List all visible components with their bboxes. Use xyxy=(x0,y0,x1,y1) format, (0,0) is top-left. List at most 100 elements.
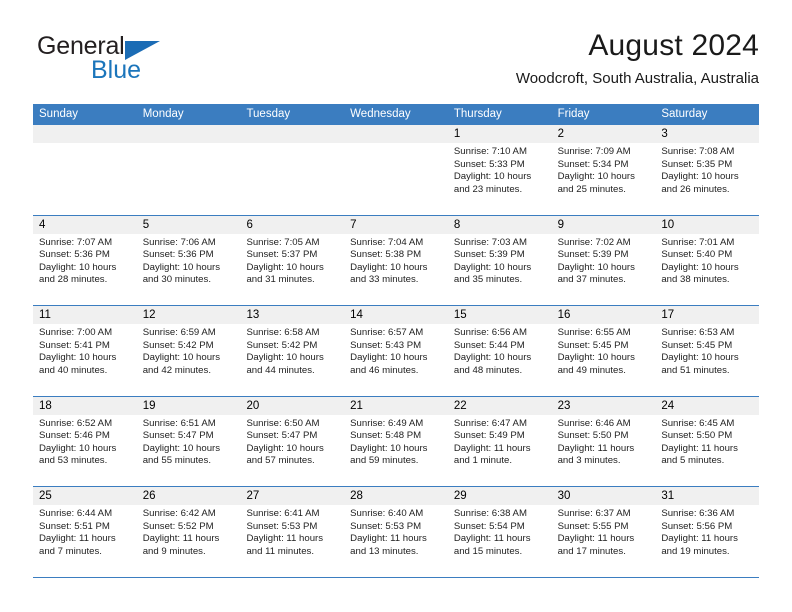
day-number: 22 xyxy=(453,399,467,412)
day-number-header: 28 xyxy=(344,487,448,505)
calendar-weeks: 1 Sunrise: 7:10 AM Sunset: 5:33 PM Daylight… xyxy=(33,125,760,578)
day-details: Sunrise: 6:55 AM Sunset: 5:45 PM Daylight:… xyxy=(552,324,656,377)
day-number: 24 xyxy=(661,399,675,412)
day-cell-1[interactable]: 1 Sunrise: 7:10 AM Sunset: 5:33 PM Daylight… xyxy=(447,125,552,215)
day-detail-line: and 49 minutes. xyxy=(557,364,626,376)
day-number: 19 xyxy=(142,399,156,412)
day-cell-11[interactable]: 11 Sunrise: 7:00 AM Sunset: 5:41 PM Dayligh… xyxy=(33,306,137,396)
day-number: 11 xyxy=(39,309,51,321)
weekday-header-monday: Monday xyxy=(142,108,184,120)
day-number: 5 xyxy=(142,218,150,231)
day-cell-13[interactable]: 13 Sunrise: 6:58 AM Sunset: 5:42 PM Dayligh… xyxy=(240,306,345,396)
day-detail-line: Daylight: 11 hours xyxy=(350,533,427,545)
day-cell-9[interactable]: 9 Sunrise: 7:02 AM Sunset: 5:39 PM Daylight… xyxy=(551,215,656,305)
day-cell-20[interactable]: 20 Sunrise: 6:50 AM Sunset: 5:47 PM Dayligh… xyxy=(240,396,345,486)
day-number: 9 xyxy=(557,218,564,231)
day-cell-8[interactable]: 8 Sunrise: 7:03 AM Sunset: 5:39 PM Daylight… xyxy=(447,215,552,305)
weekday-header-saturday: Saturday xyxy=(661,108,708,120)
day-cell-22[interactable]: 22 Sunrise: 6:47 AM Sunset: 5:49 PM Dayligh… xyxy=(447,396,552,486)
day-detail-line: Daylight: 11 hours xyxy=(453,442,531,454)
day-detail-line: Daylight: 11 hours xyxy=(246,533,324,545)
day-details xyxy=(344,143,448,146)
day-details xyxy=(137,143,241,146)
day-detail-line: and 48 minutes. xyxy=(453,364,523,376)
day-cell-28[interactable]: 28 Sunrise: 6:40 AM Sunset: 5:53 PM Dayligh… xyxy=(344,487,448,577)
day-number-header: 25 xyxy=(33,487,137,505)
day-number: 23 xyxy=(557,399,571,412)
day-detail-line: Sunset: 5:40 PM xyxy=(661,249,733,261)
day-detail-line: Sunset: 5:44 PM xyxy=(453,339,525,351)
day-cell-27[interactable]: 27 Sunrise: 6:41 AM Sunset: 5:53 PM Dayligh… xyxy=(240,487,345,577)
day-cell-31[interactable]: 31 Sunrise: 6:36 AM Sunset: 5:56 PM Dayligh… xyxy=(655,487,760,577)
day-detail-line: and 40 minutes. xyxy=(39,364,108,376)
day-detail-line: Sunset: 5:45 PM xyxy=(557,339,629,351)
day-cell-7[interactable]: 7 Sunrise: 7:04 AM Sunset: 5:38 PM Daylight… xyxy=(344,215,448,305)
day-detail-line: Sunrise: 6:58 AM xyxy=(246,327,320,338)
day-number: 1 xyxy=(453,128,461,140)
day-detail-line: Sunset: 5:47 PM xyxy=(142,430,214,442)
day-cell-26[interactable]: 26 Sunrise: 6:42 AM Sunset: 5:52 PM Dayligh… xyxy=(136,487,241,577)
day-details: Sunrise: 7:07 AM Sunset: 5:36 PM Daylight:… xyxy=(33,234,137,287)
day-details: Sunrise: 6:37 AM Sunset: 5:55 PM Daylight:… xyxy=(552,505,656,558)
day-detail-line: Daylight: 10 hours xyxy=(350,442,428,454)
day-cell-15[interactable]: 15 Sunrise: 6:56 AM Sunset: 5:44 PM Dayligh… xyxy=(447,306,552,396)
day-detail-line: Daylight: 10 hours xyxy=(350,352,428,364)
day-detail-line: Daylight: 11 hours xyxy=(661,533,738,545)
day-detail-line: and 25 minutes. xyxy=(557,183,626,195)
day-detail-line: Sunset: 5:33 PM xyxy=(453,158,525,170)
day-cell-3[interactable]: 3 Sunrise: 7:08 AM Sunset: 5:35 PM Daylight… xyxy=(655,125,760,215)
weekday-header-row: Sunday Monday Tuesday Wednesday Thursday Frid… xyxy=(33,104,759,125)
day-detail-line: and 42 minutes. xyxy=(142,364,211,376)
day-detail-line: Sunset: 5:43 PM xyxy=(350,339,422,351)
day-number: 10 xyxy=(661,218,675,231)
day-number: 29 xyxy=(453,490,467,502)
day-detail-line: Sunrise: 6:51 AM xyxy=(142,417,216,429)
day-number-header: 22 xyxy=(447,396,552,415)
day-detail-line: Daylight: 11 hours xyxy=(453,533,531,545)
day-cell-18[interactable]: 18 Sunrise: 6:52 AM Sunset: 5:46 PM Dayligh… xyxy=(33,396,137,486)
day-detail-line: Sunrise: 7:09 AM xyxy=(557,146,631,157)
day-cell-29[interactable]: 29 Sunrise: 6:38 AM Sunset: 5:54 PM Dayligh… xyxy=(447,487,552,577)
day-cell-2[interactable]: 2 Sunrise: 7:09 AM Sunset: 5:34 PM Daylight… xyxy=(551,125,656,215)
day-cell-16[interactable]: 16 Sunrise: 6:55 AM Sunset: 5:45 PM Dayligh… xyxy=(551,306,656,396)
day-cell-12[interactable]: 12 Sunrise: 6:59 AM Sunset: 5:42 PM Dayligh… xyxy=(136,306,241,396)
day-detail-line: and 44 minutes. xyxy=(246,364,315,376)
day-detail-line: Daylight: 10 hours xyxy=(39,352,117,364)
day-number-header: 19 xyxy=(136,396,241,415)
day-detail-line: Daylight: 10 hours xyxy=(39,442,117,454)
day-detail-line: Daylight: 10 hours xyxy=(142,352,221,364)
day-cell-5[interactable]: 5 Sunrise: 7:06 AM Sunset: 5:36 PM Daylight… xyxy=(136,215,241,305)
day-detail-line: Sunrise: 6:52 AM xyxy=(39,417,113,429)
day-cell-10[interactable]: 10 Sunrise: 7:01 AM Sunset: 5:40 PM Dayligh… xyxy=(655,215,760,305)
day-cell-14[interactable]: 14 Sunrise: 6:57 AM Sunset: 5:43 PM Dayligh… xyxy=(344,306,448,396)
day-detail-line: Daylight: 10 hours xyxy=(453,352,532,364)
day-cell-19[interactable]: 19 Sunrise: 6:51 AM Sunset: 5:47 PM Dayligh… xyxy=(136,396,241,486)
day-detail-line: Sunset: 5:41 PM xyxy=(39,339,110,351)
day-cell-17[interactable]: 17 Sunrise: 6:53 AM Sunset: 5:45 PM Dayligh… xyxy=(655,306,760,396)
logo[interactable]: General Blue xyxy=(33,34,233,94)
day-number-header: 23 xyxy=(551,396,656,415)
calendar-week-row: 1 Sunrise: 7:10 AM Sunset: 5:33 PM Daylight… xyxy=(33,125,760,216)
day-detail-line: Daylight: 10 hours xyxy=(39,261,117,273)
day-cell-4[interactable]: 4 Sunrise: 7:07 AM Sunset: 5:36 PM Daylight… xyxy=(33,215,137,305)
day-details: Sunrise: 7:00 AM Sunset: 5:41 PM Daylight:… xyxy=(33,324,137,377)
day-detail-line: Daylight: 10 hours xyxy=(661,171,739,183)
day-cell-25[interactable]: 25 Sunrise: 6:44 AM Sunset: 5:51 PM Dayligh… xyxy=(33,487,137,577)
day-cell-30[interactable]: 30 Sunrise: 6:37 AM Sunset: 5:55 PM Dayligh… xyxy=(551,487,656,577)
day-number: 27 xyxy=(246,490,260,502)
day-cell-6[interactable]: 6 Sunrise: 7:05 AM Sunset: 5:37 PM Daylight… xyxy=(240,215,345,305)
day-number-header: 2 xyxy=(551,125,656,143)
logo-text-blue: Blue xyxy=(91,56,142,84)
day-cell-24[interactable]: 24 Sunrise: 6:45 AM Sunset: 5:50 PM Dayligh… xyxy=(655,396,760,486)
day-detail-line: Sunrise: 7:04 AM xyxy=(350,236,424,248)
day-detail-line: and 35 minutes. xyxy=(453,274,523,286)
day-details: Sunrise: 6:53 AM Sunset: 5:45 PM Daylight:… xyxy=(655,324,759,377)
day-cell-21[interactable]: 21 Sunrise: 6:49 AM Sunset: 5:48 PM Dayligh… xyxy=(344,396,448,486)
day-detail-line: and 53 minutes. xyxy=(39,455,108,467)
calendar-week-row: 4 Sunrise: 7:07 AM Sunset: 5:36 PM Daylight… xyxy=(33,215,760,306)
day-details: Sunrise: 6:46 AM Sunset: 5:50 PM Daylight:… xyxy=(552,415,656,468)
day-detail-line: Sunset: 5:35 PM xyxy=(661,158,733,170)
day-cell-23[interactable]: 23 Sunrise: 6:46 AM Sunset: 5:50 PM Dayligh… xyxy=(551,396,656,486)
day-number-header: 10 xyxy=(655,215,760,234)
weekday-header-sunday: Sunday xyxy=(39,108,79,120)
